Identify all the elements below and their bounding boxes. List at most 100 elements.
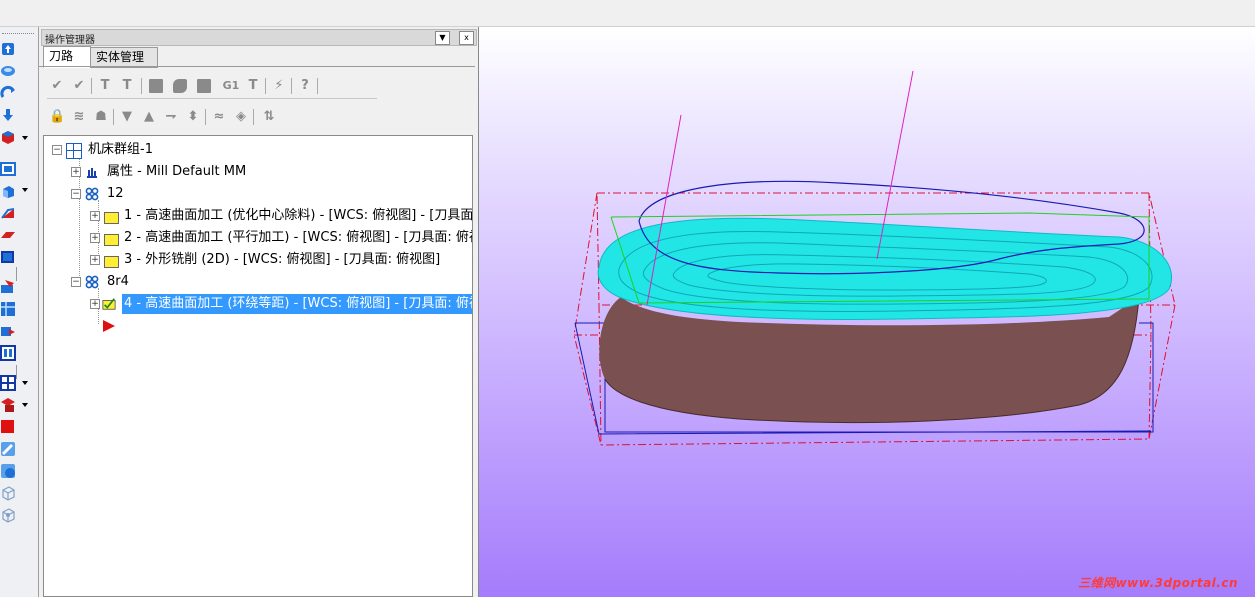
tool-arrow-icon[interactable]: T (245, 78, 261, 94)
folder-check-icon (102, 298, 116, 310)
square-icon[interactable] (149, 79, 163, 93)
tool-t-x-icon[interactable]: T (119, 78, 135, 94)
panel-title: 操作管理器 (45, 35, 95, 46)
tab-underline (39, 66, 475, 67)
properties-label: 属性 - Mill Default MM (107, 164, 247, 179)
wedge-icon[interactable] (0, 205, 16, 221)
panel-title-bar: 操作管理器 ▼ x (41, 29, 477, 46)
group-label: 8r4 (107, 274, 129, 289)
toolbar-separator (91, 78, 92, 94)
group-label: 12 (107, 186, 124, 201)
machine-group-label: 机床群组-1 (88, 142, 153, 157)
operation-label: 1 - 高速曲面加工 (优化中心除料) - [WCS: 俯视图] - [刀具面 (124, 208, 473, 223)
toolpath-group-icon (85, 187, 99, 201)
watermark-text: 三维网www.3dportal.cn (1078, 576, 1238, 590)
shapes-dropdown-arrow[interactable] (22, 403, 28, 407)
panel-tabs: 刀路 实体管理 (41, 46, 475, 68)
round-square-icon[interactable] (173, 79, 187, 93)
collapse-toggle[interactable]: − (71, 189, 81, 199)
expand-toggle[interactable]: + (90, 211, 100, 221)
wire-cube-icon[interactable] (0, 485, 16, 501)
folder-icon (104, 234, 119, 246)
expand-toggle[interactable]: + (90, 233, 100, 243)
collapse-toggle[interactable]: − (52, 145, 62, 155)
machine-group-icon (66, 143, 82, 159)
rotate-icon[interactable] (0, 85, 16, 101)
help-icon[interactable]: ? (297, 78, 313, 94)
toolbar-grip[interactable] (2, 33, 34, 34)
folder-icon (104, 212, 119, 224)
solid-box-icon[interactable] (0, 129, 16, 145)
shade-dropdown-arrow[interactable] (22, 188, 28, 192)
insert-arrow-icon[interactable]: ⇁ (163, 109, 179, 125)
toggle-icon[interactable]: ⇅ (261, 109, 277, 125)
view-iso-icon[interactable] (0, 63, 16, 79)
top-toolbar-strip (0, 0, 1255, 27)
graphics-viewport[interactable]: 三维网www.3dportal.cn (478, 27, 1255, 597)
red-shapes-icon[interactable] (0, 397, 16, 413)
left-toolbar-separator (16, 267, 17, 281)
g1-label[interactable]: G1 (221, 78, 241, 94)
layout-grid-icon[interactable] (0, 375, 16, 391)
toolbar-separator (253, 109, 254, 125)
updown-icon[interactable]: ⬍ (185, 109, 201, 125)
toolpath-toolbar-row-2: 🔒 ≋ ☗ ▼ ▲ ⇁ ⬍ ≈ ◈ ⇅ (47, 105, 387, 127)
toolpath-tree: − 机床群组-1 + 属性 - Mill Default MM − 12 + 1… (43, 135, 473, 597)
bucket-icon[interactable]: ☗ (93, 109, 109, 125)
arrow-right-box-icon[interactable] (0, 323, 16, 339)
red-insert-arrow-icon (103, 320, 115, 332)
tab-solids[interactable]: 实体管理 (90, 47, 158, 68)
wave2-icon[interactable]: ≈ (211, 109, 227, 125)
toolbar-separator (141, 78, 142, 94)
stop-square-icon[interactable] (197, 79, 211, 93)
tree-connector (98, 200, 99, 260)
shade-mode-icon[interactable] (0, 463, 16, 479)
calc-icon[interactable] (0, 345, 16, 361)
move-up-icon[interactable]: ▲ (141, 109, 157, 125)
left-toolbar-separator (16, 365, 17, 379)
toolpath-contours (597, 217, 1172, 320)
panel-close-button[interactable]: x (459, 31, 474, 45)
toolpath-3d-scene (573, 70, 1176, 446)
expand-toggle[interactable]: + (90, 299, 100, 309)
lock-icon[interactable]: 🔒 (49, 109, 65, 125)
folder-icon (104, 256, 119, 268)
expand-toggle[interactable]: + (90, 255, 100, 265)
shape-icon[interactable]: ◈ (233, 109, 249, 125)
move-down-icon[interactable]: ▼ (119, 109, 135, 125)
wand-icon[interactable]: ⚡ (271, 78, 287, 94)
left-vertical-toolbar (0, 27, 36, 597)
tab-toolpaths[interactable]: 刀路 (43, 46, 91, 68)
tool-t-play-icon[interactable]: T (97, 78, 113, 94)
toolpath-group-icon (85, 275, 99, 289)
toolbar-separator (317, 78, 318, 94)
wire-cube-2-icon[interactable] (0, 507, 16, 523)
toolbar-separator (113, 109, 114, 125)
toolbar-separator (205, 109, 206, 125)
paint-icon[interactable] (0, 279, 16, 295)
move-down-icon[interactable] (0, 107, 16, 123)
window-view-icon[interactable] (0, 161, 16, 177)
solid-dropdown-arrow[interactable] (22, 136, 28, 140)
panel-dropdown-button[interactable]: ▼ (435, 31, 450, 45)
expand-toggle[interactable]: + (71, 167, 81, 177)
grid-box-icon[interactable] (0, 301, 16, 317)
view-top-icon[interactable] (0, 41, 16, 57)
properties-icon (87, 168, 97, 178)
collapse-toggle[interactable]: − (71, 277, 81, 287)
plane-icon[interactable] (0, 227, 16, 243)
select-all-check-icon[interactable]: ✔ (49, 78, 65, 94)
regenerate-check-icon[interactable]: ✔ (71, 78, 87, 94)
layout-dropdown-arrow[interactable] (22, 381, 28, 385)
wave-icon[interactable]: ≋ (71, 109, 87, 125)
pencil-shade-icon[interactable] (0, 441, 16, 457)
operation-label: 2 - 高速曲面加工 (平行加工) - [WCS: 俯视图] - [刀具面: 俯… (124, 230, 473, 245)
toolbar-row-divider (47, 98, 377, 99)
toolbar-separator (291, 78, 292, 94)
toolpath-toolbar-row-1: ✔ ✔ T T G1 T ⚡ ? (47, 74, 387, 96)
blue-square-icon[interactable] (0, 249, 16, 265)
operation-label: 3 - 外形铣削 (2D) - [WCS: 俯视图] - [刀具面: 俯视图] (124, 252, 441, 267)
shade-cube-icon[interactable] (0, 183, 16, 199)
red-square-icon[interactable] (0, 419, 16, 435)
operations-manager-panel: 操作管理器 ▼ x 刀路 实体管理 ✔ ✔ T T G1 T ⚡ ? 🔒 ≋ ☗… (38, 27, 477, 597)
